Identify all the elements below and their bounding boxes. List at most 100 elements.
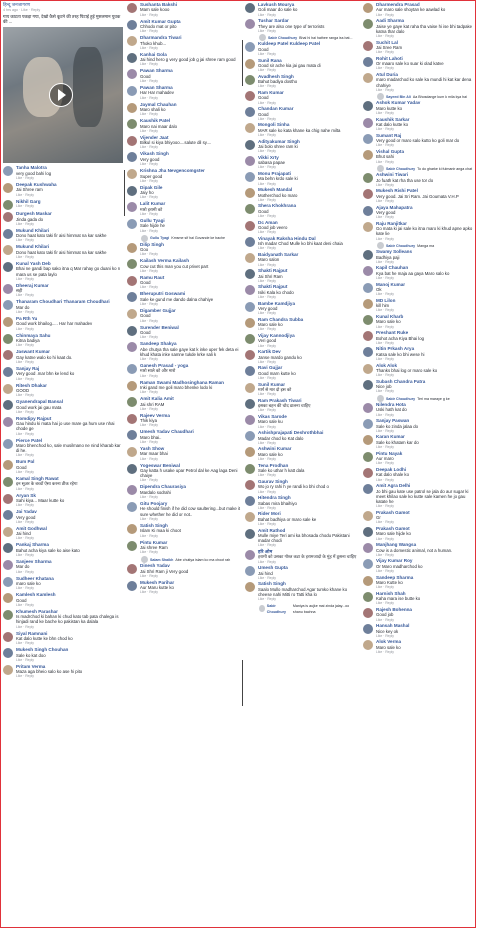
avatar[interactable] (127, 430, 137, 441)
avatar[interactable] (363, 575, 373, 586)
comment-actions[interactable]: Like · Reply (258, 279, 359, 283)
reply-author[interactable]: Sabir Choudhury (386, 243, 415, 249)
comment-actions[interactable]: Like · Reply (16, 658, 123, 662)
avatar[interactable] (245, 415, 255, 426)
comment-actions[interactable]: Like · Reply (258, 263, 359, 267)
avatar[interactable] (3, 366, 13, 377)
avatar[interactable] (363, 315, 373, 326)
comment-actions[interactable]: Like · Reply (258, 408, 359, 412)
comment-actions[interactable]: Like · Reply (258, 522, 359, 526)
comment-actions[interactable]: Like · Reply (16, 603, 123, 607)
reply-author[interactable]: Sabir Choudhury (386, 396, 415, 402)
avatar[interactable] (363, 435, 373, 446)
comment-actions[interactable]: Like · Reply (258, 344, 359, 348)
comment-actions[interactable]: Like · Reply (376, 88, 475, 92)
avatar[interactable] (363, 347, 373, 358)
comment-actions[interactable]: Like · Reply (16, 193, 123, 197)
avatar[interactable] (363, 559, 373, 570)
comment-actions[interactable]: Like · Reply (140, 335, 241, 339)
comment-actions[interactable]: Like · Reply (376, 260, 475, 264)
comment-actions[interactable]: Like · Reply (376, 373, 475, 377)
reply-author[interactable]: Sabir Choudhury (386, 166, 415, 172)
comment-actions[interactable]: Like · Reply (376, 34, 475, 38)
comment-actions[interactable]: Like · Reply (376, 127, 475, 131)
comment-actions[interactable]: Like · Reply (16, 327, 123, 331)
avatar[interactable] (245, 301, 255, 312)
comment-actions[interactable]: Like · Reply (258, 165, 359, 169)
comment-actions[interactable]: Like · Reply (16, 487, 123, 491)
comment-actions[interactable]: Like · Reply (140, 29, 241, 33)
avatar[interactable] (245, 528, 255, 539)
comment-actions[interactable]: Like · Reply (376, 478, 475, 482)
avatar[interactable] (363, 266, 373, 277)
comment-actions[interactable]: Like · Reply (258, 490, 359, 494)
avatar[interactable] (363, 173, 373, 184)
avatar[interactable] (363, 591, 373, 602)
avatar[interactable] (127, 485, 137, 496)
avatar[interactable] (3, 333, 13, 344)
avatar[interactable] (363, 117, 373, 128)
avatar[interactable] (363, 40, 373, 51)
comment-actions[interactable]: Like · Reply (16, 586, 123, 590)
comment-actions[interactable]: Like · Reply (140, 478, 241, 482)
comment-actions[interactable]: Like · Reply (140, 269, 241, 273)
avatar[interactable] (363, 3, 373, 13)
avatar[interactable] (363, 543, 373, 554)
avatar[interactable] (3, 183, 13, 194)
avatar[interactable] (3, 576, 13, 587)
avatar[interactable] (127, 52, 137, 63)
avatar[interactable] (259, 605, 265, 613)
avatar[interactable] (377, 93, 384, 101)
comment-actions[interactable]: Like · Reply (258, 214, 359, 218)
avatar[interactable] (363, 419, 373, 430)
comment-actions[interactable]: Like · Reply (376, 520, 475, 524)
reply-author[interactable]: Sayeed Bin Ali (386, 94, 411, 100)
comment-actions[interactable]: Like · Reply (376, 537, 475, 541)
avatar[interactable] (245, 285, 255, 296)
comment-actions[interactable]: Like · Reply (258, 117, 359, 121)
comment-actions[interactable]: Like · Reply (258, 597, 359, 601)
avatar[interactable] (127, 69, 137, 80)
avatar[interactable] (127, 292, 137, 303)
comment-actions[interactable]: Like · Reply (258, 473, 359, 477)
avatar[interactable] (245, 463, 255, 474)
comment-actions[interactable]: Like · Reply (376, 13, 475, 17)
avatar[interactable] (245, 382, 255, 393)
comment-actions[interactable]: Like · Reply (16, 410, 123, 414)
avatar[interactable] (363, 451, 373, 462)
avatar[interactable] (141, 234, 148, 242)
avatar[interactable] (3, 283, 13, 294)
reply-author[interactable]: Salam Shaikh (150, 557, 173, 563)
comment-actions[interactable]: Like · Reply (140, 252, 241, 256)
avatar[interactable] (127, 364, 137, 374)
comment-actions[interactable]: Like · Reply (16, 377, 123, 381)
commenter-name[interactable]: Thanaram Choudhari Thanaram Choudhari (16, 299, 123, 304)
avatar[interactable] (127, 259, 137, 270)
comment-actions[interactable]: Like · Reply (16, 453, 123, 457)
comment-actions[interactable]: Like · Reply (16, 536, 123, 540)
video-player[interactable] (3, 27, 123, 164)
comment-actions[interactable]: Like · Reply (140, 112, 241, 116)
avatar[interactable] (363, 221, 373, 232)
avatar[interactable] (245, 91, 255, 102)
comment-actions[interactable]: Like · Reply (16, 360, 123, 364)
avatar[interactable] (127, 169, 137, 180)
comment-actions[interactable]: Like · Reply (376, 276, 475, 280)
comment-actions[interactable]: Like · Reply (376, 650, 475, 654)
avatar[interactable] (245, 496, 255, 507)
avatar[interactable] (127, 502, 137, 513)
comment-actions[interactable]: Like · Reply (376, 143, 475, 147)
avatar[interactable] (245, 74, 255, 85)
avatar[interactable] (3, 510, 13, 521)
comment-actions[interactable]: Like · Reply (258, 311, 359, 315)
avatar[interactable] (245, 479, 255, 490)
avatar[interactable] (3, 438, 13, 449)
avatar[interactable] (3, 300, 13, 311)
avatar[interactable] (363, 150, 373, 161)
comment-actions[interactable]: Like · Reply (140, 179, 241, 183)
avatar[interactable] (377, 395, 384, 403)
comment-actions[interactable]: Like · Reply (140, 423, 241, 427)
reply-author[interactable]: Gullu Tyagi (150, 235, 169, 241)
comment-actions[interactable]: Like · Reply (258, 295, 359, 299)
comment-actions[interactable]: Like · Reply (258, 506, 359, 510)
